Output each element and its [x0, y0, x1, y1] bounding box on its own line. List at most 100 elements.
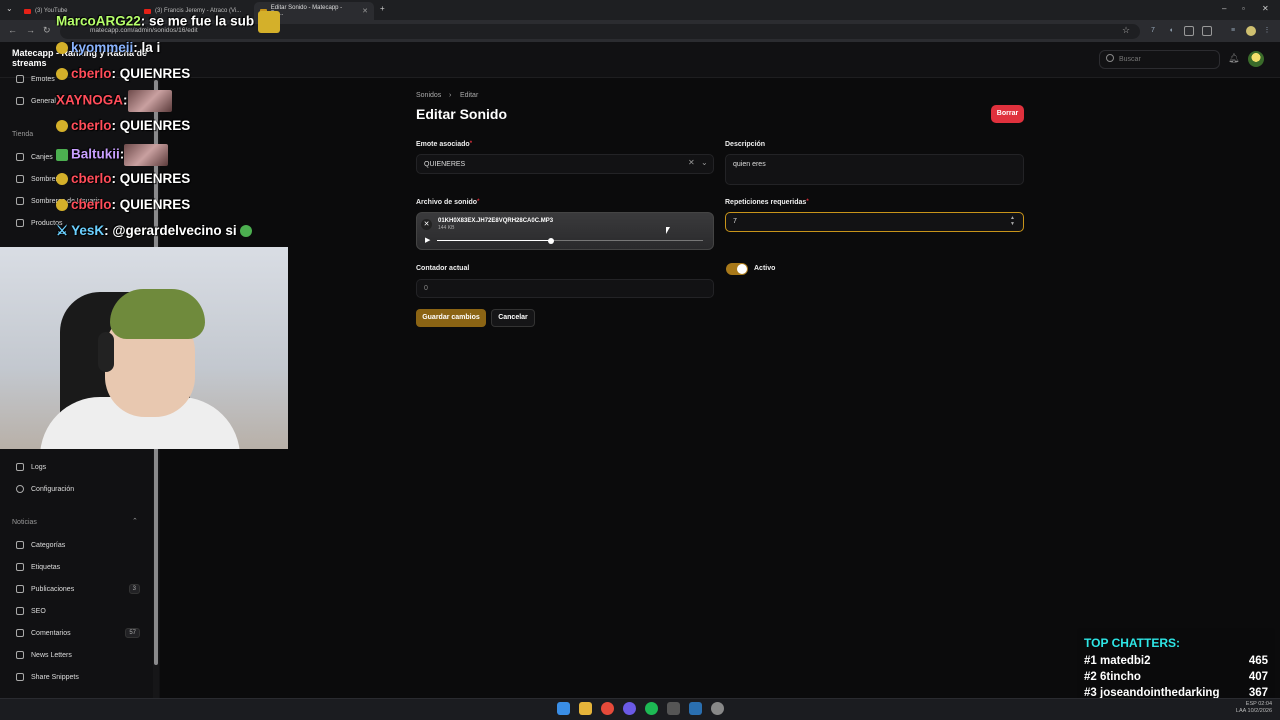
chat-text: : [123, 92, 128, 108]
audio-filesize: 144 KB [438, 225, 455, 231]
new-tab-icon[interactable]: + [380, 4, 385, 13]
chat-text: : QUIENRES [111, 197, 191, 212]
emote-image-icon [257, 11, 280, 33]
clear-icon[interactable]: ✕ [688, 158, 695, 167]
steam-icon[interactable] [689, 702, 702, 715]
rank: #1 [1084, 655, 1097, 667]
forward-icon[interactable]: → [26, 25, 35, 35]
minimize-icon[interactable]: – [1222, 4, 1226, 13]
badge-icon [56, 199, 68, 212]
sidebar-item-label: Configuración [31, 485, 75, 493]
mouse-cursor-icon [666, 227, 670, 234]
save-button[interactable]: Guardar cambios [416, 309, 486, 327]
required-mark: * [469, 141, 473, 147]
extension-icon[interactable] [1184, 26, 1194, 36]
sidebar-item-comentarios[interactable]: Comentarios 57 [16, 627, 140, 639]
badge-icon [56, 173, 68, 186]
emote-select[interactable]: QUIENERES [416, 154, 714, 174]
gear-icon [16, 485, 24, 493]
sidebar-item-etiquetas[interactable]: Etiquetas [16, 561, 60, 573]
number-stepper-icon[interactable]: ▲ ▼ [1010, 215, 1015, 227]
chat-message: Baltukii: [56, 144, 169, 166]
chat-user: cberlo [71, 118, 112, 133]
extensions-puzzle-icon[interactable] [1202, 26, 1212, 36]
sidebar-item-newsletters[interactable]: News Letters [16, 649, 72, 661]
breadcrumb-sonidos[interactable]: Sonidos [416, 92, 441, 99]
counter-input[interactable]: 0 [416, 279, 714, 298]
repetitions-input[interactable]: 7 [725, 212, 1024, 232]
description-textarea[interactable]: quien eres [725, 154, 1024, 185]
chat-text: : QUIENRES [111, 118, 191, 133]
chevron-down-icon[interactable]: ⌄ [701, 158, 708, 167]
sidebar-item-label: Emotes [31, 75, 55, 83]
chat-text: : se me fue la sub [140, 13, 255, 29]
remove-file-icon[interactable]: ✕ [421, 219, 432, 230]
count-badge: 57 [125, 628, 140, 638]
profile-avatar[interactable] [1246, 26, 1256, 36]
bell-icon[interactable]: 🔔︎ [1228, 53, 1239, 64]
label-text: Repeticiones requeridas [725, 199, 807, 206]
avatar[interactable] [1248, 51, 1264, 67]
tab-list-icon[interactable]: ⌄ [6, 4, 13, 13]
counter-label: Contador actual [416, 265, 470, 272]
sidebar-item-publicaciones[interactable]: Publicaciones 3 [16, 583, 140, 595]
search-input[interactable]: Buscar [1099, 50, 1220, 69]
maximize-icon[interactable]: ▫ [1242, 4, 1245, 13]
sidebar-item-main: Publicaciones [16, 585, 74, 593]
hat-icon [16, 175, 24, 183]
extension-icon[interactable]: 7 [1148, 26, 1158, 36]
windows-start-icon[interactable] [557, 702, 570, 715]
youtube-icon [24, 8, 31, 14]
bookmark-star-icon[interactable]: ☆ [1122, 25, 1130, 36]
top-chatters-title: TOP CHATTERS: [1084, 636, 1181, 650]
close-tab-icon[interactable]: ✕ [362, 7, 368, 15]
sidebar-item-emotes[interactable]: Emotes [16, 73, 55, 85]
system-tray[interactable]: ESP 02:04 LAA 10/2/2026 [1190, 701, 1272, 715]
repetitions-label: Repeticiones requeridas* [725, 199, 809, 206]
chat-message: MarcoARG22: se me fue la sub [56, 11, 283, 33]
sidebar-item-configuracion[interactable]: Configuración [16, 483, 74, 495]
play-icon[interactable]: ▶ [425, 236, 430, 244]
active-label: Activo [754, 265, 776, 272]
sidebar-section-noticias[interactable]: Noticias [12, 519, 37, 526]
sidebar-item-logs[interactable]: Logs [16, 461, 46, 473]
frog-emote-icon [240, 225, 253, 238]
label-text: Emote asociado [416, 141, 470, 148]
top-chatter-row: #1 matedbi2 465 [1084, 655, 1268, 667]
chevron-up-icon[interactable]: ⌃ [132, 517, 138, 525]
sidebar-item-canjes[interactable]: Canjes [16, 151, 53, 163]
sidebar-item-general[interactable]: General [16, 95, 56, 107]
app-icon[interactable] [711, 702, 724, 715]
emote-image-icon [127, 90, 172, 112]
back-icon[interactable]: ← [8, 25, 17, 35]
obs-icon[interactable] [667, 702, 680, 715]
chat-user: cberlo [71, 197, 112, 212]
discord-icon[interactable] [623, 702, 636, 715]
audio-progress-handle[interactable] [548, 237, 555, 244]
count: 407 [1248, 671, 1268, 683]
sidebar-item-label: General [31, 97, 56, 105]
chat-user: cberlo [71, 171, 112, 186]
sidebar-item-label: News Letters [31, 651, 72, 659]
menu-lines-icon[interactable]: ≡ [1228, 26, 1238, 36]
sidebar-item-share-snippets[interactable]: Share Snippets [16, 671, 79, 683]
delete-button[interactable]: Borrar [991, 105, 1024, 123]
seo-icon [16, 607, 24, 615]
top-chatter-name: #2 6tincho [1084, 671, 1141, 683]
extension-icon[interactable]: ◖ [1166, 26, 1176, 36]
more-menu-icon[interactable]: ⋮ [1262, 26, 1272, 36]
sidebar-item-categorias[interactable]: Categorías [16, 539, 65, 551]
file-explorer-icon[interactable] [579, 702, 592, 715]
share-icon [16, 673, 24, 681]
search-icon [1106, 54, 1114, 62]
chrome-icon[interactable] [601, 702, 614, 715]
chat-message: XAYNOGA: [56, 90, 172, 112]
rank: #2 [1084, 671, 1097, 683]
close-window-icon[interactable]: ✕ [1262, 4, 1269, 13]
spotify-icon[interactable] [645, 702, 658, 715]
reload-icon[interactable]: ↻ [43, 25, 51, 36]
sidebar-item-seo[interactable]: SEO [16, 605, 46, 617]
cancel-button[interactable]: Cancelar [491, 309, 535, 327]
page-title: Editar Sonido [416, 106, 507, 122]
audio-label: Archivo de sonido* [416, 199, 479, 206]
